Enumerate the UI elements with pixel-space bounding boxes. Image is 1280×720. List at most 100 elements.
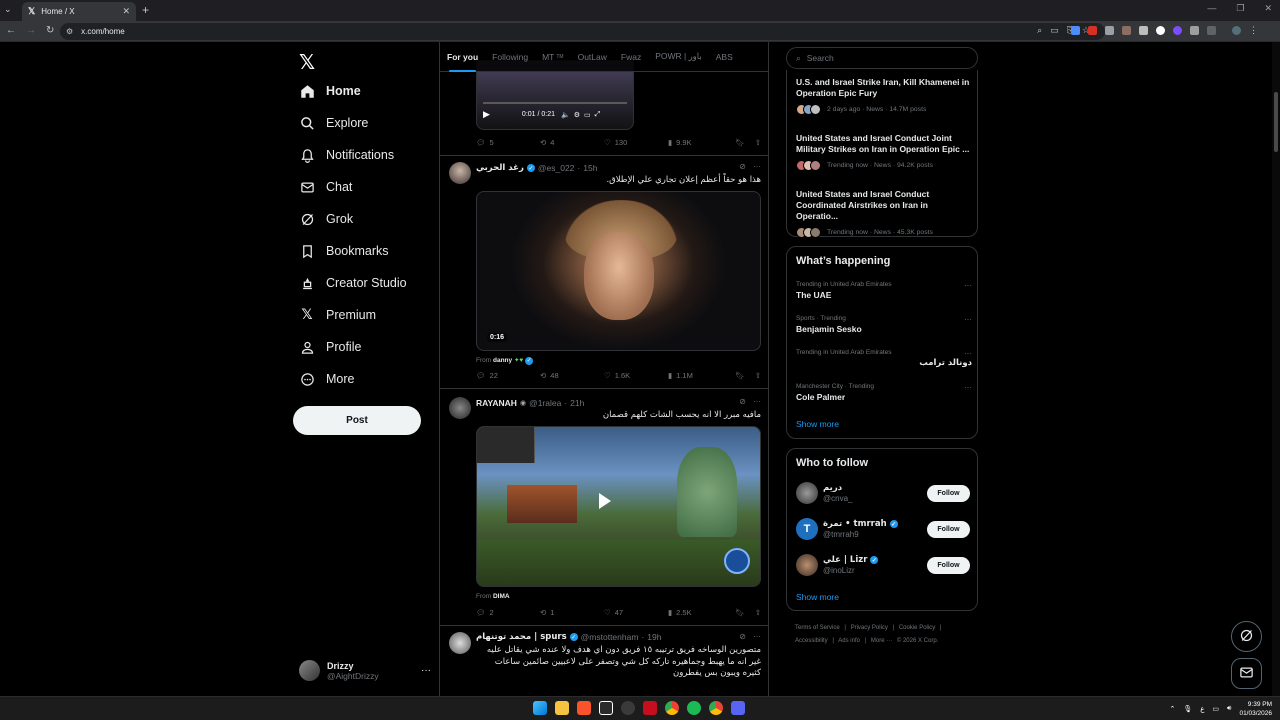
- tab-outlaw[interactable]: OutLaw: [571, 42, 614, 72]
- extension-icon[interactable]: [1139, 26, 1148, 35]
- start-icon[interactable]: [533, 701, 547, 715]
- sidebar-item-grok[interactable]: Grok: [299, 211, 353, 227]
- bookmark-icon[interactable]: 🔖︎: [735, 138, 745, 147]
- avatar[interactable]: T: [796, 518, 818, 540]
- video-source[interactable]: From DIMA: [476, 593, 510, 600]
- browser-tab[interactable]: 𝕏 Home / X ✕: [22, 2, 136, 21]
- follow-suggestion[interactable]: علي | Lizr ✓ @inoLizr Follow: [796, 554, 972, 578]
- url-bar[interactable]: ⚙ x.com/home: [60, 23, 1105, 40]
- reload-icon[interactable]: ↻: [46, 25, 54, 36]
- play-icon[interactable]: ▶: [483, 109, 490, 120]
- sidebar-item-explore[interactable]: Explore: [299, 115, 368, 131]
- tab-following[interactable]: Following: [485, 42, 535, 72]
- bookmark-icon[interactable]: 🔖︎: [735, 608, 745, 617]
- follow-button[interactable]: Follow: [927, 485, 970, 502]
- more-dots-icon[interactable]: ···: [964, 315, 972, 324]
- close-window-icon[interactable]: ✕: [1264, 3, 1272, 14]
- page-scrollbar[interactable]: [1272, 42, 1280, 696]
- extension-icon[interactable]: [1122, 26, 1131, 35]
- sidebar-item-bookmarks[interactable]: Bookmarks: [299, 243, 389, 259]
- x-logo-icon[interactable]: 𝕏: [299, 50, 315, 74]
- grok-icon[interactable]: ⊘: [739, 632, 746, 641]
- mic-icon[interactable]: 🎙︎: [1183, 705, 1192, 713]
- tweet-video[interactable]: 0:16: [476, 191, 761, 351]
- trend-item[interactable]: Trending in United Arab Emirates دونالد …: [796, 349, 972, 368]
- avatar[interactable]: [449, 397, 471, 419]
- sidebar-item-chat[interactable]: Chat: [299, 179, 352, 195]
- settings-icon[interactable]: ⚙: [574, 111, 580, 119]
- extensions-puzzle-icon[interactable]: [1207, 26, 1216, 35]
- menu-kebab-icon[interactable]: ⋮: [1249, 26, 1258, 35]
- tweet-time[interactable]: 21h: [570, 398, 584, 408]
- minimize-icon[interactable]: —: [1207, 3, 1216, 14]
- more-dots-icon[interactable]: ···: [753, 162, 761, 171]
- more-dots-icon[interactable]: ···: [421, 665, 431, 676]
- chrome-icon[interactable]: [709, 701, 723, 715]
- tweet-video[interactable]: [476, 426, 761, 587]
- extension-icon[interactable]: [1173, 26, 1182, 35]
- video-source[interactable]: From danny ✦♥ ✓: [476, 356, 534, 365]
- tab-for-you[interactable]: For you: [440, 42, 485, 72]
- tab-abs[interactable]: ABS: [709, 42, 740, 72]
- forward-icon[interactable]: →: [26, 25, 36, 36]
- chevron-up-icon[interactable]: ⌃: [1169, 705, 1175, 713]
- new-tab-button[interactable]: +: [142, 3, 149, 17]
- sidebar-item-notifications[interactable]: Notifications: [299, 147, 394, 163]
- share-icon[interactable]: ⇧: [755, 608, 761, 617]
- trend-item[interactable]: Sports · Trending Benjamin Sesko ···: [796, 315, 972, 334]
- post-button[interactable]: Post: [293, 406, 421, 435]
- author-handle[interactable]: @es_022: [538, 163, 575, 173]
- more-dots-icon[interactable]: ···: [964, 383, 972, 392]
- fullscreen-icon[interactable]: ⤢: [595, 111, 601, 119]
- footer-link[interactable]: Ads info: [838, 638, 860, 644]
- trend-item[interactable]: Manchester City · Trending Cole Palmer ·…: [796, 383, 972, 402]
- footer-link[interactable]: Terms of Service: [795, 625, 840, 631]
- tab-mt[interactable]: MT TM: [535, 42, 571, 72]
- show-more-link[interactable]: Show more: [796, 419, 839, 429]
- tab-close-icon[interactable]: ✕: [122, 6, 130, 17]
- tab-search-icon[interactable]: ⌄: [4, 4, 12, 15]
- tab-fwaz[interactable]: Fwaz: [614, 42, 648, 72]
- play-icon[interactable]: [599, 493, 611, 509]
- share-icon[interactable]: ⇧: [755, 138, 761, 147]
- more-dots-icon[interactable]: ···: [753, 632, 761, 641]
- views-button[interactable]: ▮ 2.5K: [668, 608, 730, 617]
- discord-icon[interactable]: [731, 701, 745, 715]
- tweet[interactable]: محمد توتنهام | spurs ✓ @mstottenham · 19…: [440, 626, 768, 696]
- tweet-time[interactable]: 19h: [647, 632, 661, 642]
- sidebar-item-creator-studio[interactable]: Creator Studio: [299, 275, 407, 291]
- repost-button[interactable]: ⟲ 48: [540, 371, 604, 380]
- reply-button[interactable]: 💬︎ 5: [476, 138, 540, 147]
- account-switcher[interactable]: Drizzy @AightDrizzy ···: [299, 660, 431, 681]
- footer-link[interactable]: Cookie Policy: [899, 625, 935, 631]
- author-handle[interactable]: @1ralea: [529, 398, 561, 408]
- tweet[interactable]: رغد الحربي ✓ @es_022 · 15h ⊘ ··· هذا هو ح…: [440, 156, 768, 389]
- follow-suggestion[interactable]: دريم @cnva_ Follow: [796, 482, 972, 506]
- share-icon[interactable]: ⇧: [755, 371, 761, 380]
- volume-icon[interactable]: 🔈: [561, 111, 570, 119]
- back-icon[interactable]: ←: [6, 25, 16, 36]
- more-dots-icon[interactable]: ···: [753, 397, 761, 406]
- sidebar-item-profile[interactable]: Profile: [299, 339, 361, 355]
- news-item[interactable]: U.S. and Israel Strike Iran, Kill Khamen…: [796, 77, 972, 115]
- reply-button[interactable]: 💬︎ 22: [476, 371, 540, 380]
- pip-icon[interactable]: ▭: [584, 111, 591, 119]
- messages-floating-button[interactable]: [1231, 658, 1262, 689]
- footer-link[interactable]: More ···: [871, 638, 892, 644]
- follow-button[interactable]: Follow: [927, 521, 970, 538]
- site-info-icon[interactable]: ⚙: [66, 27, 73, 36]
- avatar[interactable]: [449, 162, 471, 184]
- extension-icon[interactable]: [1190, 26, 1199, 35]
- like-button[interactable]: ♡ 47: [604, 608, 668, 617]
- more-dots-icon[interactable]: ···: [964, 281, 972, 290]
- spotify-icon[interactable]: [687, 701, 701, 715]
- reply-button[interactable]: 💬︎ 2: [476, 608, 540, 617]
- footer-link[interactable]: Accessibility: [795, 638, 828, 644]
- avatar[interactable]: [449, 632, 471, 654]
- clock[interactable]: 9:39 PM 01/03/2026: [1239, 700, 1272, 718]
- brave-icon[interactable]: [577, 701, 591, 715]
- volume-icon[interactable]: 🔊︎: [1227, 705, 1231, 713]
- trend-item[interactable]: Trending in United Arab Emirates The UAE…: [796, 281, 972, 300]
- zoom-icon[interactable]: ⌕: [1037, 25, 1042, 36]
- author-name[interactable]: رغد الحربي: [476, 163, 524, 173]
